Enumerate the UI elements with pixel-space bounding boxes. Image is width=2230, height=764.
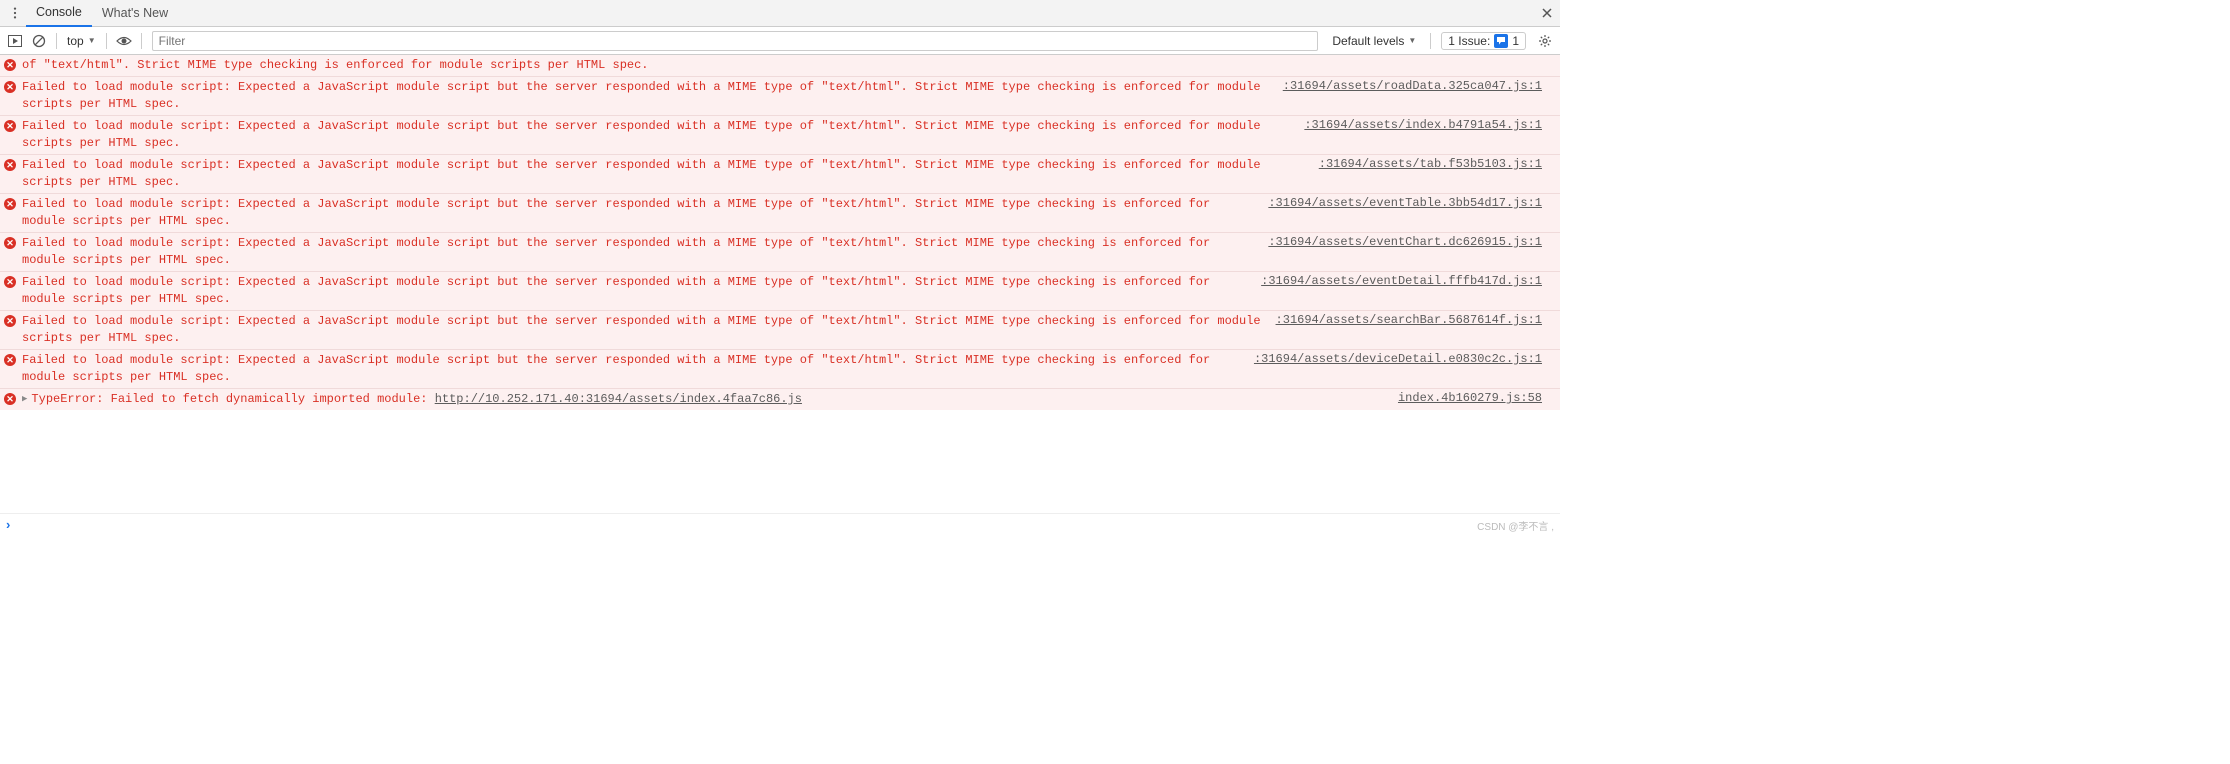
issue-label: 1 Issue:: [1448, 34, 1490, 48]
toolbar-separator: [106, 33, 107, 49]
error-icon: ✕: [4, 393, 16, 405]
error-icon: ✕: [4, 59, 16, 71]
error-icon: ✕: [4, 276, 16, 288]
gear-icon: [1538, 34, 1552, 48]
toolbar-separator: [56, 33, 57, 49]
console-error-row: ✕ ▶ TypeError: Failed to fetch dynamically…: [0, 388, 1560, 410]
issue-chat-icon: [1494, 34, 1508, 48]
console-error-row: ✕ Failed to load module script: Expected …: [0, 271, 1560, 310]
console-error-row: ✕ Failed to load module script: Expected …: [0, 232, 1560, 271]
eye-icon: [116, 35, 132, 47]
error-message-text: Failed to load module script: Expected a…: [22, 196, 1258, 230]
error-icon: ✕: [4, 354, 16, 366]
clear-console-button[interactable]: [28, 30, 50, 52]
console-toolbar: top ▼ Default levels ▼ 1 Issue: 1: [0, 27, 1560, 55]
console-error-row: ✕ of "text/html". Strict MIME type checki…: [0, 55, 1560, 76]
error-source-link[interactable]: :31694/assets/eventTable.3bb54d17.js:1: [1268, 196, 1554, 230]
prompt-caret-icon: ›: [6, 517, 10, 532]
issue-count: 1: [1512, 34, 1519, 48]
console-error-row: ✕ Failed to load module script: Expected …: [0, 193, 1560, 232]
toolbar-separator: [141, 33, 142, 49]
console-error-row: ✕ Failed to load module script: Expected …: [0, 76, 1560, 115]
clear-icon: [32, 34, 46, 48]
error-source-link[interactable]: :31694/assets/searchBar.5687614f.js:1: [1276, 313, 1554, 347]
error-message-text: Failed to load module script: Expected a…: [22, 313, 1266, 347]
console-error-row: ✕ Failed to load module script: Expected …: [0, 349, 1560, 388]
expand-triangle-icon[interactable]: ▶: [22, 394, 27, 404]
error-message-text: Failed to load module script: Expected a…: [22, 274, 1251, 308]
error-source-link[interactable]: :31694/assets/eventChart.dc626915.js:1: [1268, 235, 1554, 269]
log-levels-selector[interactable]: Default levels ▼: [1324, 34, 1424, 48]
console-prompt[interactable]: ›: [0, 513, 1560, 535]
error-icon: ✕: [4, 120, 16, 132]
kebab-icon: [8, 6, 22, 20]
console-error-row: ✕ Failed to load module script: Expected …: [0, 154, 1560, 193]
console-messages: ✕ of "text/html". Strict MIME type checki…: [0, 55, 1560, 513]
error-message-text: of "text/html". Strict MIME type checkin…: [22, 57, 1554, 74]
error-source-link[interactable]: :31694/assets/deviceDetail.e0830c2c.js:1: [1254, 352, 1554, 386]
console-error-row: ✕ Failed to load module script: Expected …: [0, 310, 1560, 349]
tab-whats-new[interactable]: What's New: [92, 0, 178, 27]
error-message-text: Failed to load module script: Expected a…: [22, 79, 1273, 113]
levels-label: Default levels: [1332, 34, 1404, 48]
error-message-text: Failed to load module script: Expected a…: [22, 118, 1294, 152]
sidebar-play-icon: [8, 35, 22, 47]
tab-bar: Console What's New: [0, 0, 1560, 27]
toggle-sidebar-button[interactable]: [4, 30, 26, 52]
error-source-link[interactable]: :31694/assets/index.b4791a54.js:1: [1304, 118, 1554, 152]
error-message-text: Failed to load module script: Expected a…: [22, 235, 1258, 269]
watermark: CSDN @李不言 ,: [1477, 518, 1554, 533]
console-error-row: ✕ Failed to load module script: Expected …: [0, 115, 1560, 154]
error-source-link[interactable]: index.4b160279.js:58: [1398, 391, 1554, 408]
tab-console[interactable]: Console: [26, 0, 92, 27]
error-icon: ✕: [4, 315, 16, 327]
close-icon[interactable]: [1540, 6, 1554, 20]
toolbar-separator: [1430, 33, 1431, 49]
error-source-link[interactable]: :31694/assets/tab.f53b5103.js:1: [1319, 157, 1554, 191]
context-selector[interactable]: top ▼: [63, 30, 100, 52]
issues-button[interactable]: 1 Issue: 1: [1441, 32, 1526, 50]
error-icon: ✕: [4, 198, 16, 210]
live-expression-button[interactable]: [113, 30, 135, 52]
error-link[interactable]: http://10.252.171.40:31694/assets/index.…: [435, 392, 802, 406]
context-label: top: [67, 34, 84, 48]
error-message-text: Failed to load module script: Expected a…: [22, 352, 1244, 386]
settings-button[interactable]: [1534, 30, 1556, 52]
chevron-down-icon: ▼: [88, 36, 96, 45]
error-icon: ✕: [4, 237, 16, 249]
error-icon: ✕: [4, 159, 16, 171]
more-tabs-button[interactable]: [4, 0, 26, 27]
chevron-down-icon: ▼: [1408, 36, 1416, 45]
error-message-text: Failed to load module script: Expected a…: [22, 157, 1309, 191]
error-icon: ✕: [4, 81, 16, 93]
error-message-text: TypeError: Failed to fetch dynamically i…: [31, 391, 1388, 408]
error-source-link[interactable]: :31694/assets/eventDetail.fffb417d.js:1: [1261, 274, 1554, 308]
filter-input[interactable]: [152, 31, 1319, 51]
error-source-link[interactable]: :31694/assets/roadData.325ca047.js:1: [1283, 79, 1554, 113]
